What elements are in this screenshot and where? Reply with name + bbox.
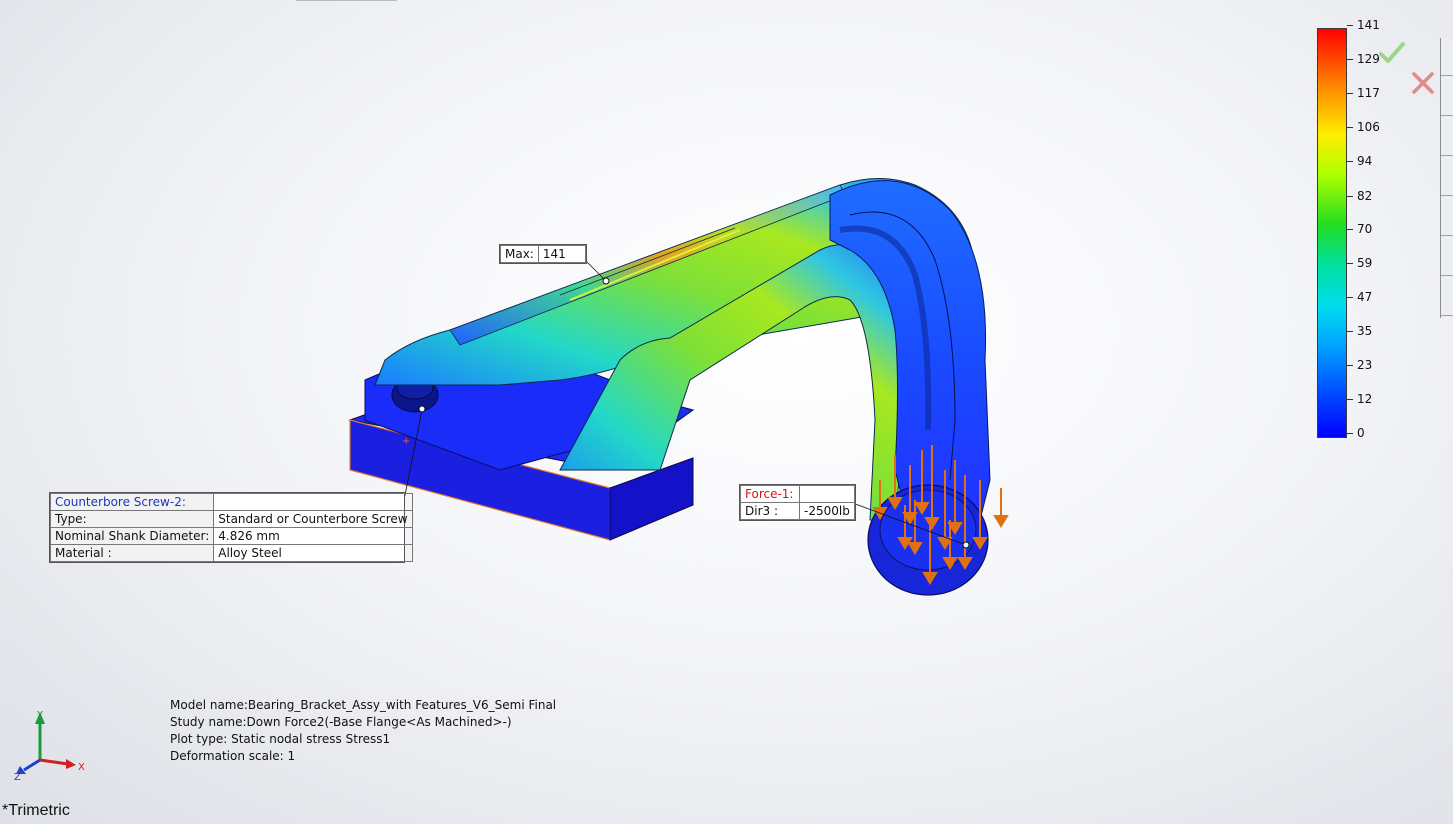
- legend-tick: 141: [1347, 18, 1387, 32]
- legend-tick: 82: [1347, 189, 1387, 203]
- graphics-viewport[interactable]: + Max: 141 Counterbore Screw-2: Type: St…: [0, 0, 1453, 824]
- screw-diameter-value: 4.826 mm: [213, 527, 413, 545]
- axis-triad-icon: Y X Z: [14, 710, 85, 783]
- model-name: Model name:Bearing_Bracket_Assy_with Fea…: [170, 698, 557, 712]
- legend-tick: 70: [1347, 222, 1387, 236]
- screw-material-label: Material :: [49, 544, 215, 562]
- task-pane-button[interactable]: [1441, 38, 1453, 76]
- study-name: Study name:Down Force2(-Base Flange<As M…: [170, 715, 512, 729]
- counterbore-screw-callout[interactable]: Counterbore Screw-2: Type: Standard or C…: [49, 492, 413, 563]
- max-stress-callout[interactable]: Max: 141: [499, 244, 587, 264]
- legend-tick: 0: [1347, 426, 1387, 440]
- task-pane-button[interactable]: [1441, 278, 1453, 316]
- triad-z-label: Z: [14, 772, 21, 783]
- green-checkmark-icon[interactable]: [1378, 40, 1406, 66]
- screw-type-value: Standard or Counterbore Screw: [213, 510, 413, 528]
- force-dir-value: -2500lb: [799, 502, 855, 520]
- legend-tick: 94: [1347, 154, 1387, 168]
- force-title: Force-1:: [740, 485, 800, 503]
- screw-diameter-label: Nominal Shank Diameter:: [49, 527, 215, 545]
- triad-y-label: Y: [36, 710, 44, 721]
- screw-material-value: Alloy Steel: [213, 544, 413, 562]
- force-dir-label: Dir3 :: [740, 502, 800, 520]
- max-label: Max:: [500, 245, 539, 263]
- legend-tick: 59: [1347, 256, 1387, 270]
- deformation-scale: Deformation scale: 1: [170, 749, 296, 763]
- legend-tick: 12: [1347, 392, 1387, 406]
- triad-x-label: X: [78, 762, 85, 773]
- screw-type-label: Type:: [49, 510, 215, 528]
- max-value: 141: [537, 245, 586, 263]
- force-title-value: [799, 485, 855, 503]
- legend-tick: 106: [1347, 120, 1387, 134]
- task-pane-stub[interactable]: [1440, 38, 1453, 318]
- task-pane-button[interactable]: [1441, 118, 1453, 156]
- study-info: Model name:Bearing_Bracket_Assy_with Fea…: [170, 697, 556, 765]
- legend-tick: 47: [1347, 290, 1387, 304]
- screw-callout-title-value: [213, 493, 413, 511]
- task-pane-button[interactable]: [1441, 78, 1453, 116]
- legend-tick: 23: [1347, 358, 1387, 372]
- legend-tick: 117: [1347, 86, 1387, 100]
- red-x-icon[interactable]: [1410, 70, 1436, 96]
- plot-type: Plot type: Static nodal stress Stress1: [170, 732, 391, 746]
- task-pane-button[interactable]: [1441, 238, 1453, 276]
- task-pane-button[interactable]: [1441, 158, 1453, 196]
- force-callout[interactable]: Force-1: Dir3 : -2500lb: [739, 484, 856, 521]
- legend-tick: 35: [1347, 324, 1387, 338]
- view-orientation-label: *Trimetric: [2, 802, 70, 819]
- task-pane-button[interactable]: [1441, 198, 1453, 236]
- stress-legend-colorbar: [1317, 28, 1347, 438]
- screw-callout-title: Counterbore Screw-2:: [49, 493, 215, 511]
- svg-text:+: +: [402, 436, 410, 447]
